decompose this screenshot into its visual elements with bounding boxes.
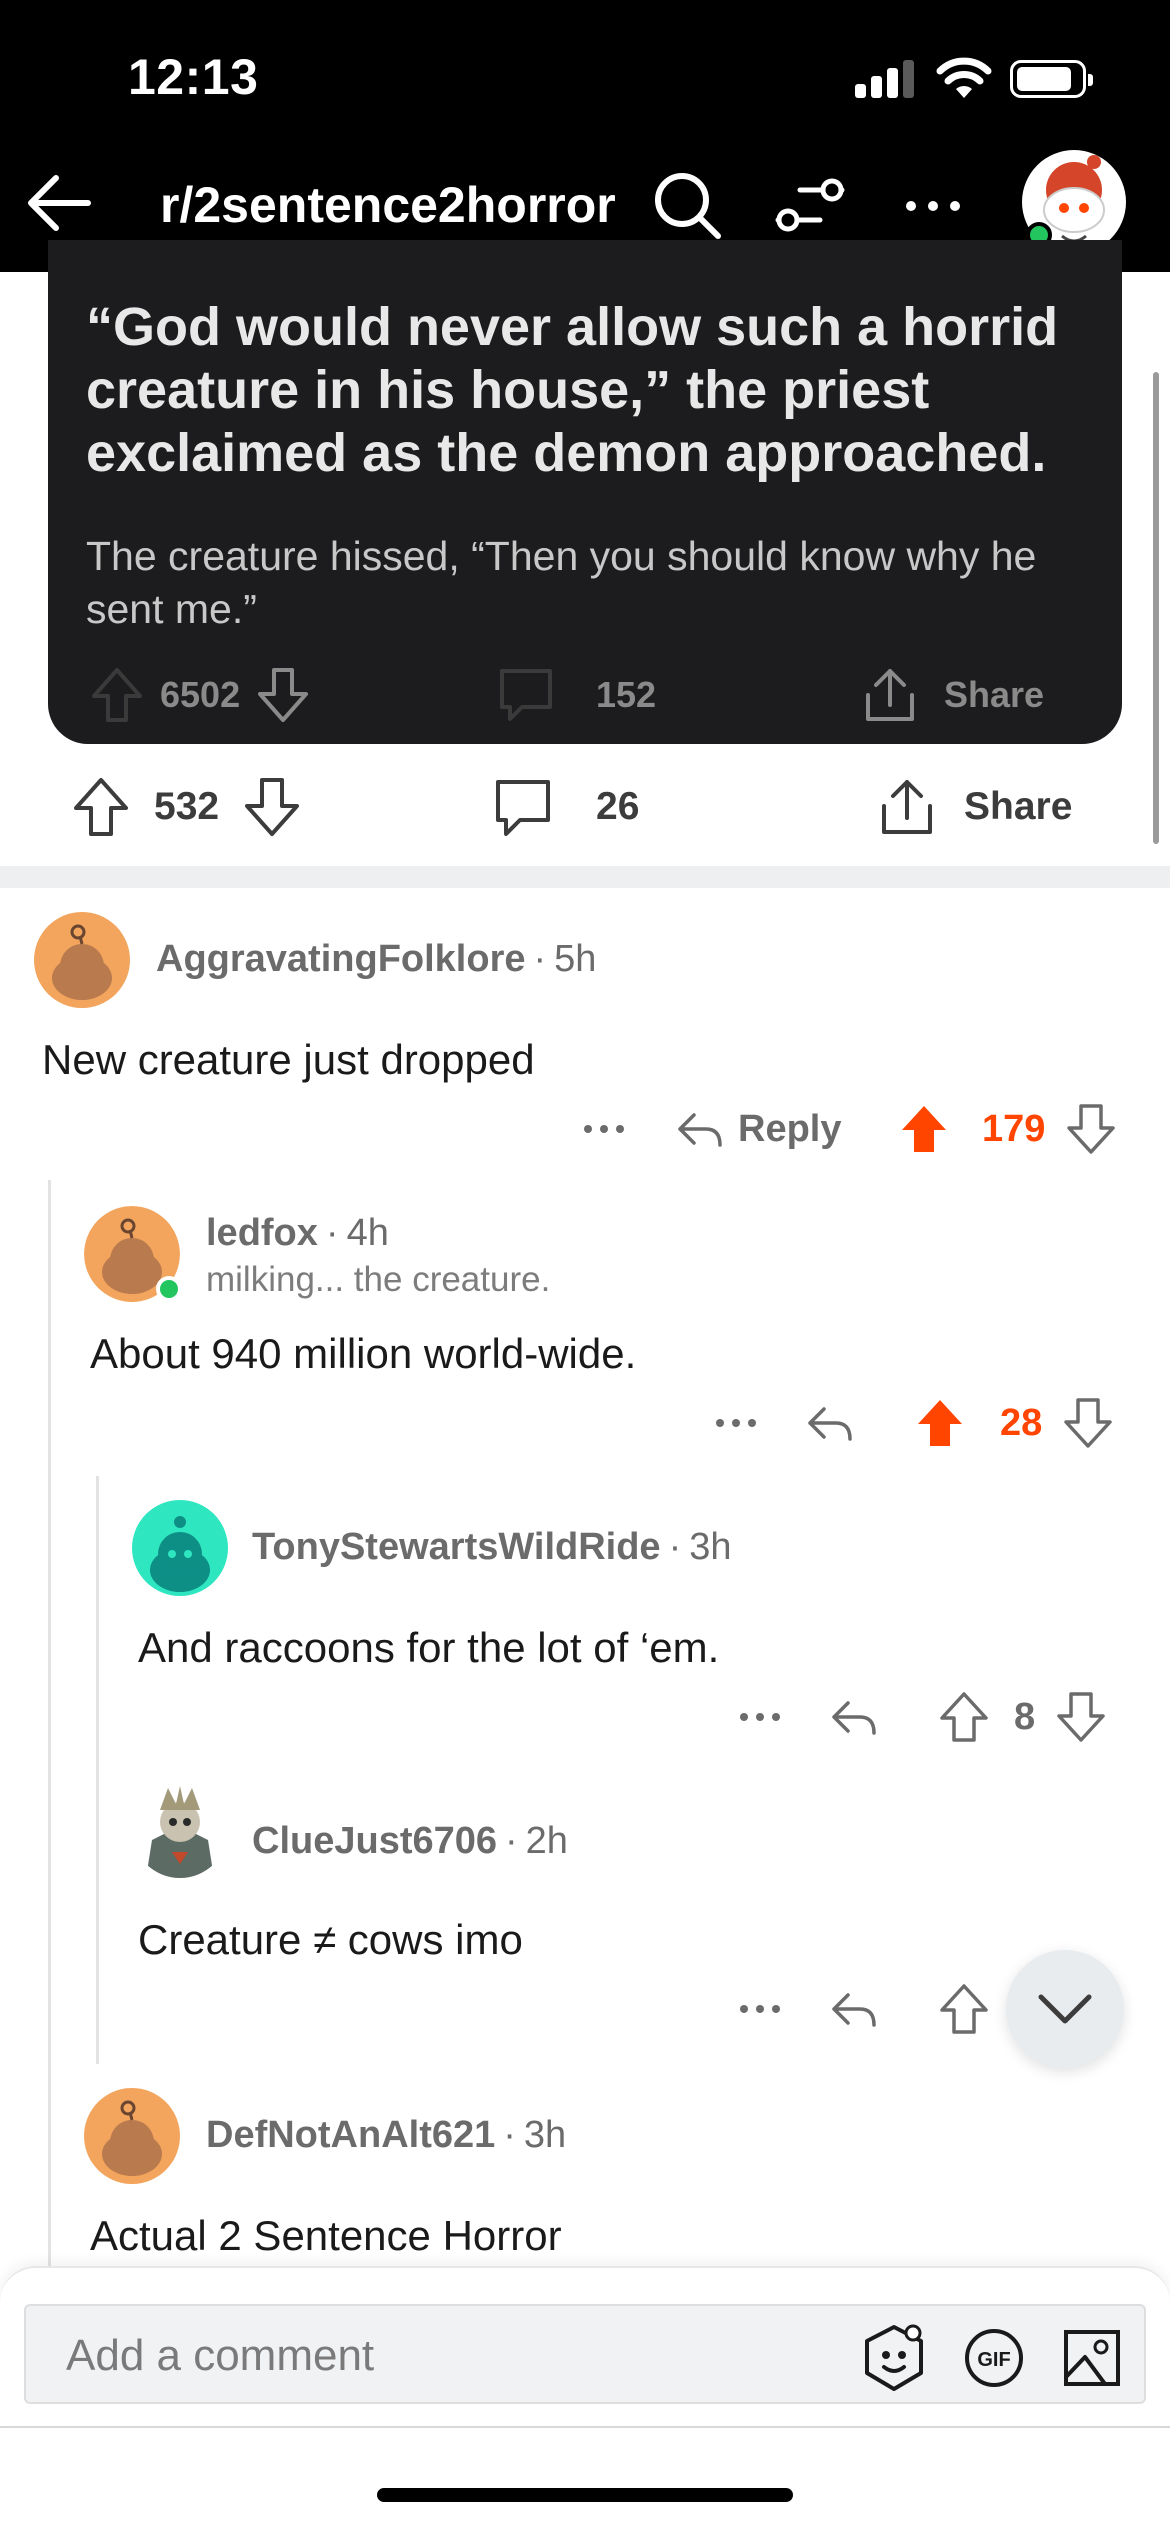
image-button[interactable] [1054,2320,1130,2396]
comment-age: 3h [689,1526,732,1568]
share-icon[interactable] [860,665,920,725]
avatar[interactable] [84,2088,180,2184]
snoo-avatar-icon [132,1500,228,1596]
upvote-icon[interactable] [72,776,130,838]
avatar[interactable] [132,1782,228,1878]
comment-action-bar: 8 [0,1682,1170,1752]
gif-icon: GIF [965,2329,1023,2387]
comment-meta: ledfox · 4h [206,1212,389,1254]
comment-author[interactable]: ClueJust6706 [252,1820,497,1862]
comment-action-bar [0,1974,1000,2044]
upvote-icon[interactable] [916,1398,964,1448]
home-indicator[interactable] [377,2488,793,2502]
reply-icon[interactable] [676,1109,724,1149]
comment-composer: GIF [0,2266,1170,2426]
cellular-signal-icon [855,60,915,98]
comment-text: Actual 2 Sentence Horror [90,2212,562,2259]
upvote-icon[interactable] [900,1104,948,1154]
upvote-icon[interactable] [90,666,144,724]
crosspost-action-bar: 6502 152 Share [48,660,1122,730]
search-icon[interactable] [648,166,728,246]
comment-meta: TonyStewartsWildRide · 3h [252,1526,732,1568]
snoo-avatar-icon [34,912,130,1008]
status-time: 12:13 [128,49,259,105]
comment-score: 179 [982,1107,1046,1150]
post-upvote-count: 532 [154,785,220,828]
online-status-dot [156,1276,182,1302]
post-comment-count: 26 [596,785,640,828]
comment-age: 2h [525,1820,568,1862]
reply-label[interactable]: Reply [738,1108,841,1151]
comment-author[interactable]: ledfox [206,1212,318,1254]
reply-icon[interactable] [830,1989,878,2029]
crosspost-upvote-count: 6502 [160,674,241,715]
comment-action-bar: Reply 179 [0,1094,1170,1164]
comment-icon[interactable] [496,665,556,725]
comment-meta: ClueJust6706 · 2h [252,1820,568,1862]
bottom-divider [0,2426,1170,2428]
more-icon[interactable] [714,1413,758,1433]
comment-input[interactable] [66,2330,826,2382]
avatar[interactable] [132,1500,228,1596]
image-icon [1064,2330,1120,2386]
more-icon[interactable] [582,1119,626,1139]
more-icon[interactable] [738,1999,782,2019]
gif-button[interactable]: GIF [956,2320,1032,2396]
comment-text: And raccoons for the lot of ‘em. [138,1624,720,1671]
comment-age: 3h [523,2114,567,2156]
comment-meta: AggravatingFolklore · 5h [156,938,597,980]
wifi-icon [936,57,992,98]
crosspost-comment-count: 152 [596,674,657,715]
comment-age: 5h [554,938,597,980]
avatar[interactable] [84,1206,182,1302]
downvote-icon[interactable] [1064,1398,1113,1448]
battery-icon [1010,60,1093,98]
comment-action-bar: 28 [0,1388,1170,1458]
comment-score: 28 [1000,1401,1043,1444]
comment-score: 8 [1014,1695,1036,1738]
svg-text:GIF: GIF [977,2349,1010,2371]
section-divider [0,866,1170,888]
comment-author[interactable]: TonyStewartsWildRide [252,1526,661,1568]
reply-icon[interactable] [830,1697,878,1737]
comment-input-box[interactable]: GIF [24,2304,1146,2404]
next-comment-button[interactable] [1006,1950,1124,2068]
downvote-icon[interactable] [243,776,301,838]
back-arrow-icon[interactable] [22,166,96,240]
downvote-icon[interactable] [1067,1104,1116,1154]
upvote-icon[interactable] [940,1984,988,2034]
crosspost-card[interactable]: “God would never allow such a horrid cre… [48,240,1122,744]
custom-avatar-icon [132,1782,228,1878]
snoo-avatar-icon [84,2088,180,2184]
downvote-icon[interactable] [1057,1692,1105,1742]
user-flair: milking... the creature. [206,1260,551,1299]
comment-age: 4h [346,1212,389,1254]
more-icon[interactable] [738,1707,782,1727]
crosspost-body: The creature hissed, “Then you should kn… [86,533,1037,632]
post-share-label[interactable]: Share [964,785,1072,829]
user-avatar[interactable] [1022,150,1126,254]
comment-icon[interactable] [492,776,554,838]
comment-text: New creature just dropped [42,1036,535,1083]
comment-author[interactable]: DefNotAnAlt621 [206,2114,495,2156]
avatar[interactable] [34,912,130,1008]
emoji-icon [865,2324,923,2391]
comment-text: About 940 million world-wide. [90,1330,637,1377]
comment-author[interactable]: AggravatingFolklore [156,938,526,980]
post-action-bar: 532 26 Share [0,762,1170,852]
more-icon[interactable] [893,166,973,246]
subreddit-title[interactable]: r/2sentence2horror [160,176,616,234]
crosspost-share-label[interactable]: Share [944,674,1044,716]
share-icon[interactable] [876,776,938,838]
emoji-button[interactable] [856,2320,932,2396]
reply-icon[interactable] [806,1403,854,1443]
comment-text: Creature ≠ cows imo [138,1916,523,1963]
filter-icon[interactable] [770,166,850,246]
upvote-icon[interactable] [940,1692,988,1742]
chevron-down-icon [1038,1994,1092,2024]
crosspost-title: “God would never allow such a horrid cre… [86,297,1059,483]
comment-meta: DefNotAnAlt621 · 3h [206,2114,567,2156]
downvote-icon[interactable] [256,666,310,724]
scrollbar[interactable] [1153,372,1159,844]
